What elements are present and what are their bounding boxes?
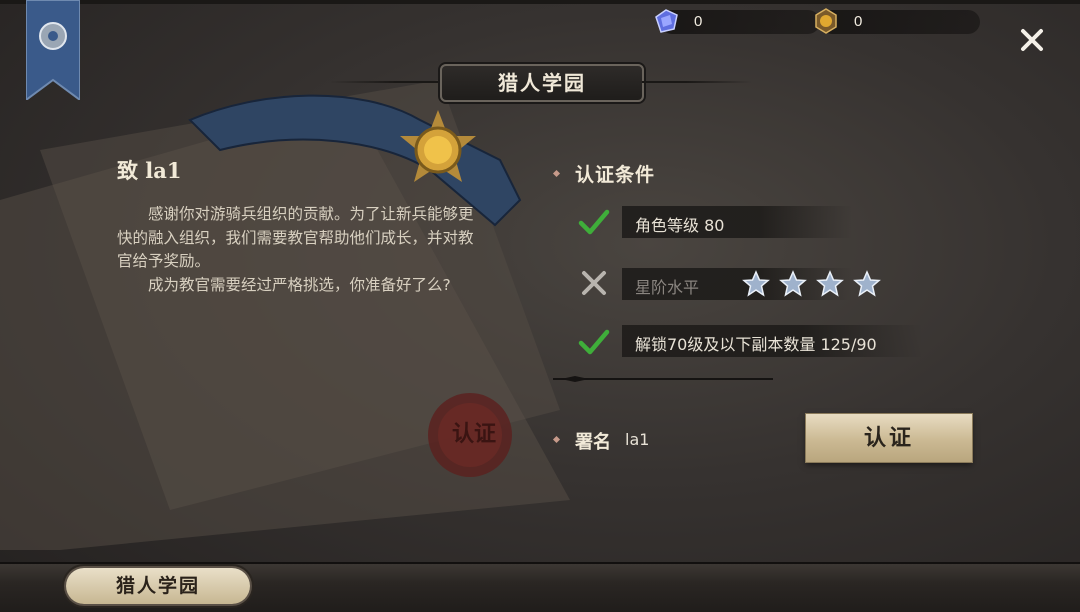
check-icon	[578, 329, 610, 355]
signature-label: 署名	[575, 432, 611, 453]
currency-gems: 0	[655, 9, 820, 34]
medal-count: 0	[854, 13, 863, 30]
top-edge	[0, 0, 1080, 4]
title-plate: 猎人学园	[330, 62, 752, 102]
blue-gem-icon	[655, 9, 678, 33]
title-line-left	[330, 81, 440, 83]
conditions-title: 认证条件	[575, 164, 656, 186]
signature-name: la1	[625, 430, 650, 449]
certify-button[interactable]: 认证	[806, 414, 972, 462]
letter-paragraph-1: 感谢你对游骑兵组织的贡献。为了让新兵能够更快的融入组织，我们需要教官帮助他们成长…	[117, 205, 474, 270]
title-line-right	[642, 81, 752, 83]
certify-button-label: 认证	[863, 425, 914, 451]
condition-stars-label: 星阶水平	[635, 278, 700, 297]
page-title: 猎人学园	[498, 71, 586, 95]
seal-text: 认证	[452, 421, 496, 447]
condition-level-label: 角色等级 80	[635, 216, 725, 235]
title-frame: 猎人学园	[440, 64, 644, 102]
condition-dungeons-label: 解锁70级及以下副本数量 125/90	[635, 335, 877, 354]
gem-count: 0	[694, 13, 703, 30]
cross-icon	[582, 271, 606, 295]
currency-medals: 0	[815, 8, 980, 34]
letter-greeting: 致 la1	[117, 158, 182, 183]
letter-artwork: 认证	[0, 80, 570, 550]
star-icon	[742, 270, 770, 297]
close-icon[interactable]	[1018, 26, 1046, 54]
tab-hunter-academy[interactable]: 猎人学园	[66, 568, 250, 604]
tab-hunter-academy-label: 猎人学园	[115, 575, 200, 597]
wax-seal-icon: 认证	[428, 393, 512, 477]
letter-body: 感谢你对游骑兵组织的贡献。为了让新兵能够更快的融入组织，我们需要教官帮助他们成长…	[117, 203, 487, 297]
star-icon	[853, 270, 881, 297]
letter-paragraph-2: 成为教官需要经过严格挑选，你准备好了么?	[148, 275, 451, 294]
star-icon	[816, 270, 844, 297]
section-divider	[553, 376, 773, 382]
banner-flag	[26, 0, 80, 100]
star-icon	[779, 270, 807, 297]
check-icon	[578, 209, 610, 235]
gold-medal-icon	[815, 8, 837, 34]
